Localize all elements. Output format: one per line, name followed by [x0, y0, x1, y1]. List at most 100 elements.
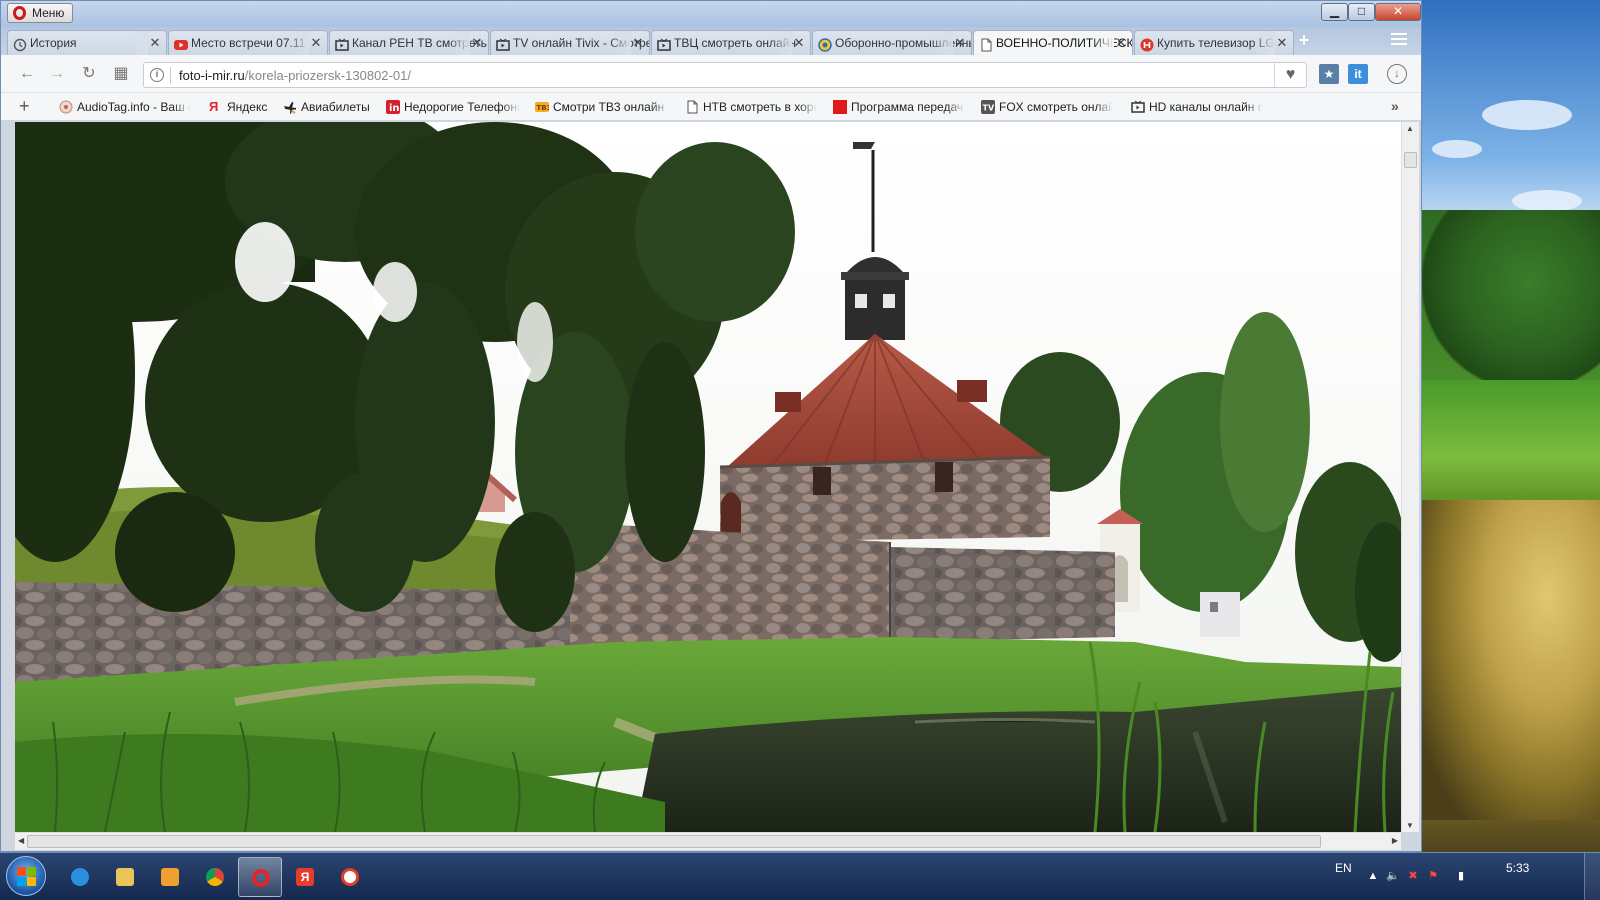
- menu-label: Меню: [32, 6, 65, 20]
- vertical-scroll-thumb[interactable]: [1404, 152, 1417, 168]
- site-info-icon[interactable]: i: [150, 68, 164, 82]
- wallpaper-cloud: [1482, 100, 1572, 130]
- bookmark-programma-peredach[interactable]: Программа передач: [833, 99, 965, 115]
- minimize-button[interactable]: ▁: [1321, 3, 1348, 21]
- url-domain: foto-i-mir.ru: [179, 68, 245, 83]
- tv3-icon: TB3: [535, 100, 552, 114]
- tab-kupit-televizor[interactable]: Купить телевизор LG ✕: [1134, 30, 1294, 55]
- bookmark-star-extension-icon[interactable]: ★: [1319, 64, 1339, 84]
- download-icon[interactable]: ↓: [1387, 64, 1407, 84]
- page-icon: [685, 100, 699, 114]
- red-square-icon: [833, 100, 847, 114]
- desktop-wallpaper: [1422, 0, 1600, 868]
- bookmark-ntv[interactable]: НТВ смотреть в хорошем: [685, 99, 817, 115]
- tab-close-icon[interactable]: ✕: [470, 31, 484, 55]
- taskbar-chrome[interactable]: [193, 857, 237, 897]
- bookmark-tv3[interactable]: TB3 Смотри ТВ3 онлайн: [535, 99, 669, 115]
- more-bookmarks-button[interactable]: »: [1391, 98, 1399, 114]
- svg-text:TV: TV: [983, 104, 995, 113]
- scroll-left-arrow-icon[interactable]: ◀: [18, 836, 24, 845]
- globe-icon: [818, 36, 832, 52]
- taskbar-media-player[interactable]: [148, 857, 192, 897]
- bookmark-aviabilety[interactable]: Авиабилеты: [283, 99, 375, 115]
- clock-icon: [13, 36, 27, 52]
- bookmark-nedorogie-telefony[interactable]: in Недорогие Телефоны: [386, 99, 520, 115]
- bookmark-hd-kanaly[interactable]: HD каналы онлайн смотреть: [1131, 99, 1263, 115]
- tab-close-icon[interactable]: ✕: [953, 31, 967, 55]
- language-indicator[interactable]: EN: [1335, 861, 1352, 875]
- tab-voenno-politicheskoe[interactable]: ВОЕННО-ПОЛИТИЧЕСКОЕ ✕: [973, 30, 1133, 55]
- tv-icon: [335, 36, 349, 51]
- bookmark-yandex[interactable]: Я Яндекс: [209, 99, 273, 115]
- wallpaper-cloud: [1432, 140, 1482, 158]
- scroll-right-arrow-icon[interactable]: ▶: [1392, 836, 1398, 845]
- internet-explorer-icon: [71, 868, 89, 886]
- page-icon: [979, 36, 993, 52]
- horizontal-scroll-thumb[interactable]: [27, 835, 1321, 848]
- network-error-icon[interactable]: ✖: [1406, 869, 1420, 883]
- yandex-icon: Я: [209, 99, 219, 114]
- tab-oboronno[interactable]: Оборонно-промышленный ✕: [812, 30, 972, 55]
- tab-history[interactable]: История ✕: [7, 30, 167, 55]
- show-hidden-icons-arrow-icon[interactable]: ▲: [1366, 869, 1380, 883]
- tab-close-icon[interactable]: ✕: [631, 31, 645, 55]
- chrome-icon: [206, 868, 224, 886]
- bookmark-label: Смотри ТВ3 онлайн: [553, 100, 665, 114]
- taskbar-yandex[interactable]: Я: [283, 857, 327, 897]
- audiotag-icon: [59, 100, 73, 114]
- add-bookmark-button[interactable]: +: [19, 97, 30, 115]
- tab-tvc[interactable]: ТВЦ смотреть онлайн ✕: [651, 30, 811, 55]
- action-center-icon[interactable]: ⚑: [1426, 869, 1440, 883]
- scroll-up-arrow-icon[interactable]: ▲: [1406, 124, 1414, 133]
- tab-bar: История ✕ Место встречи 07.11 ✕ Канал РЕ…: [1, 27, 1421, 55]
- back-button[interactable]: ←: [17, 64, 37, 84]
- fortress-photo: [15, 122, 1401, 832]
- tab-tivix[interactable]: TV онлайн Tivix - Смотреть ✕: [490, 30, 650, 55]
- vertical-scrollbar[interactable]: ▲ ▼: [1401, 122, 1419, 832]
- yandex-browser-icon: [341, 868, 359, 886]
- tab-close-icon[interactable]: ✕: [1114, 31, 1128, 55]
- opera-logo-icon: [13, 6, 26, 20]
- youtube-icon: [174, 36, 188, 50]
- start-button[interactable]: [6, 856, 46, 896]
- volume-icon[interactable]: 🔈: [1386, 869, 1400, 883]
- tab-close-icon[interactable]: ✕: [309, 31, 323, 55]
- tab-label: История: [30, 36, 77, 50]
- tab-close-icon[interactable]: ✕: [792, 31, 806, 55]
- bookmark-label: Яндекс: [227, 100, 268, 114]
- taskbar-opera[interactable]: [238, 857, 282, 897]
- tab-menu-icon[interactable]: [1391, 33, 1407, 47]
- address-bar[interactable]: i foto-i-mir.ru/korela-priozersk-130802-…: [143, 62, 1307, 88]
- page-content-photo: [15, 122, 1401, 832]
- clock[interactable]: 5:33: [1506, 861, 1529, 875]
- tab-mesto-vstrechi[interactable]: Место встречи 07.11 ✕: [168, 30, 328, 55]
- maximize-button[interactable]: □: [1348, 3, 1375, 21]
- forward-button[interactable]: →: [47, 64, 67, 84]
- bookmark-audiotag[interactable]: AudioTag.info - Ваш сервис: [59, 99, 191, 115]
- tab-close-icon[interactable]: ✕: [1275, 31, 1289, 55]
- speed-dial-button[interactable]: ▦: [111, 64, 131, 84]
- phone-shop-icon: in: [386, 100, 400, 114]
- bookmark-fox[interactable]: TV FOX смотреть онлайн: [981, 99, 1113, 115]
- close-window-button[interactable]: ✕: [1375, 3, 1421, 21]
- windows-logo-icon: [17, 867, 26, 876]
- it-extension-icon[interactable]: it: [1348, 64, 1368, 84]
- reload-button[interactable]: ↻: [79, 64, 99, 84]
- wallpaper-trees: [1422, 210, 1600, 390]
- new-tab-button[interactable]: +: [1295, 31, 1313, 49]
- taskbar-file-explorer[interactable]: [103, 857, 147, 897]
- wallpaper-cloud: [1512, 190, 1582, 212]
- tab-ren-tv[interactable]: Канал РЕН ТВ смотреть ✕: [329, 30, 489, 55]
- svg-text:TB3: TB3: [537, 104, 550, 112]
- signal-strength-icon[interactable]: ▮: [1454, 869, 1468, 883]
- opera-menu-button[interactable]: Меню: [7, 3, 74, 23]
- horizontal-scrollbar[interactable]: ◀ ▶: [15, 832, 1401, 850]
- address-url[interactable]: foto-i-mir.ru/korela-priozersk-130802-01…: [179, 68, 411, 83]
- wallpaper-grass: [1422, 380, 1600, 510]
- taskbar-internet-explorer[interactable]: [58, 857, 102, 897]
- scroll-down-arrow-icon[interactable]: ▼: [1406, 821, 1414, 830]
- show-desktop-button[interactable]: [1584, 853, 1600, 900]
- tab-close-icon[interactable]: ✕: [148, 31, 162, 55]
- heart-icon[interactable]: ♥: [1274, 63, 1306, 87]
- taskbar-yandex-browser[interactable]: [328, 857, 372, 897]
